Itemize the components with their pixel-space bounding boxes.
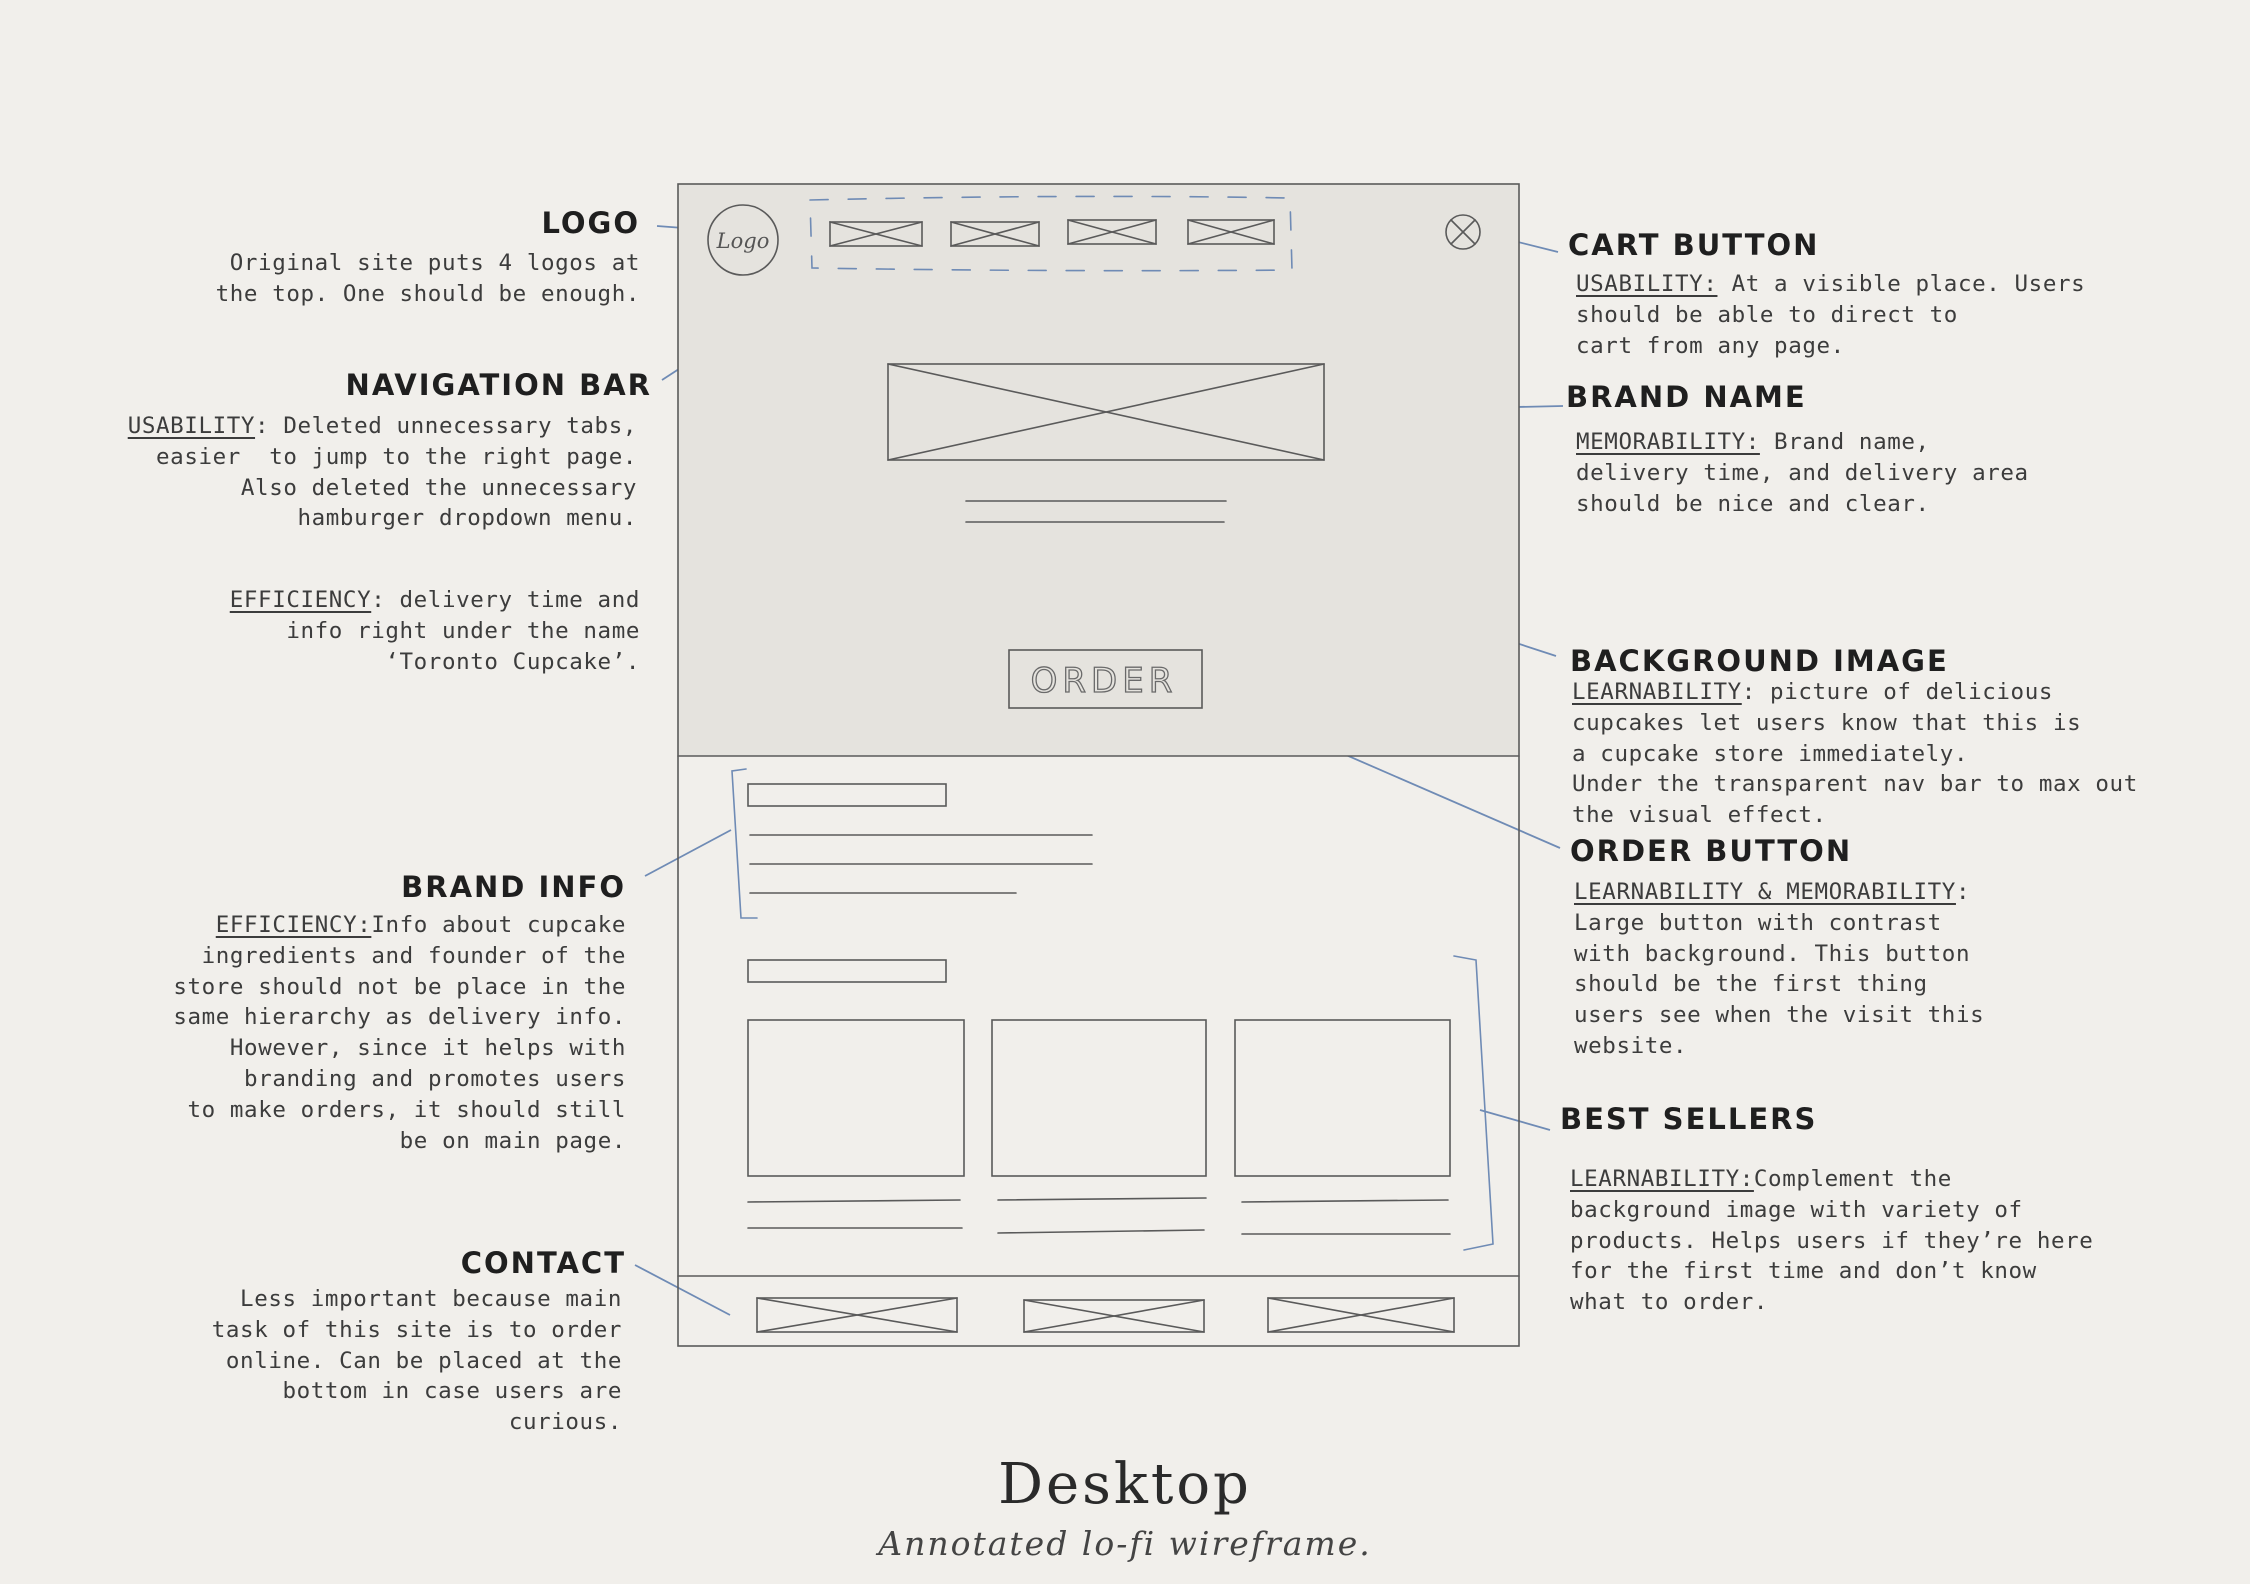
order-button-label: ORDER [1031, 661, 1178, 701]
note-text: info right under the name ‘Toronto Cupca… [286, 617, 640, 675]
brand-info-bracket [731, 768, 758, 919]
note-text: cupcakes let users know that this is a c… [1572, 709, 2138, 829]
note-text: Brand name, [1759, 429, 1930, 455]
logo-label: Logo [716, 229, 770, 253]
order-button-note: LEARNABILITY & MEMORABILITY: Large butto… [1574, 877, 1984, 1062]
efficiency-keyword: EFFICIENCY: [215, 912, 372, 938]
brand-info-heading: BRAND INFO [401, 870, 626, 904]
product-caption-line [1241, 1199, 1449, 1203]
note-text: delivery time, and delivery area should … [1576, 459, 2029, 517]
navigation-bar-note: USABILITY: Deleted unnecessary tabs, eas… [128, 411, 637, 534]
order-button-heading: ORDER BUTTON [1570, 834, 1853, 868]
note-text: ingredients and founder of the store sho… [173, 942, 626, 1154]
note-text: Large button with contrast with backgrou… [1574, 909, 1985, 1059]
best-sellers-bracket [1453, 955, 1494, 1251]
background-image-note: LEARNABILITY: picture of delicious cupca… [1572, 677, 2138, 831]
best-sellers-note: LEARNABILITY:Complement the background i… [1570, 1164, 2093, 1318]
best-sellers-title-box [747, 959, 947, 983]
brand-name-heading: BRAND NAME [1566, 380, 1807, 414]
note-text: : [1955, 879, 1971, 905]
logo-note: Original site puts 4 logos at the top. O… [215, 250, 640, 307]
cart-button-note: USABILITY: At a visible place. Users sho… [1576, 269, 2085, 361]
contact-items [756, 1297, 1455, 1333]
note-text: should be able to direct to cart from an… [1576, 301, 1958, 359]
product-caption-line [997, 1229, 1205, 1234]
note-text: At a visible place. Users [1717, 271, 2086, 297]
background-image-heading: BACKGROUND IMAGE [1570, 644, 1949, 678]
usability-keyword: USABILITY: [1576, 271, 1718, 297]
product-card [1234, 1019, 1451, 1177]
note-text: : delivery time and [371, 587, 640, 613]
efficiency-note: EFFICIENCY: delivery time and info right… [230, 585, 640, 677]
memorability-keyword: MEMORABILITY: [1576, 429, 1760, 455]
page-subtitle: Annotated lo-fi wireframe. [878, 1524, 1372, 1563]
contact-note: Less important because main task of this… [211, 1286, 622, 1436]
navigation-bar-heading: NAVIGATION BAR [345, 368, 652, 402]
page-title: Desktop [998, 1452, 1252, 1517]
note-text: Info about cupcake [371, 912, 626, 938]
usability-keyword: USABILITY [127, 413, 256, 439]
cart-button-heading: CART BUTTON [1568, 228, 1820, 262]
product-caption-line [747, 1199, 961, 1203]
best-sellers-heading: BEST SELLERS [1560, 1102, 1818, 1136]
learnability-keyword: LEARNABILITY: [1570, 1166, 1754, 1192]
learnability-memorability-keyword: LEARNABILITY & MEMORABILITY [1574, 879, 1956, 905]
note-text: easier to jump to the right page. Also d… [156, 443, 637, 532]
product-caption-line [997, 1197, 1207, 1201]
note-text: background image with variety of product… [1570, 1196, 2094, 1316]
contact-heading: CONTACT [460, 1246, 626, 1280]
logo-heading: LOGO [541, 206, 640, 240]
brand-name-note: MEMORABILITY: Brand name, delivery time,… [1576, 427, 2029, 519]
note-text: : picture of delicious [1741, 679, 2053, 705]
note-text: Complement the [1753, 1166, 1952, 1192]
learnability-keyword: LEARNABILITY [1572, 679, 1742, 705]
note-text: : Deleted unnecessary tabs, [255, 413, 637, 439]
brand-info-title-box [747, 783, 947, 807]
efficiency-keyword: EFFICIENCY [229, 587, 372, 613]
brand-info-note: EFFICIENCY:Info about cupcake ingredient… [173, 910, 626, 1156]
product-card [747, 1019, 965, 1177]
product-card [991, 1019, 1207, 1177]
